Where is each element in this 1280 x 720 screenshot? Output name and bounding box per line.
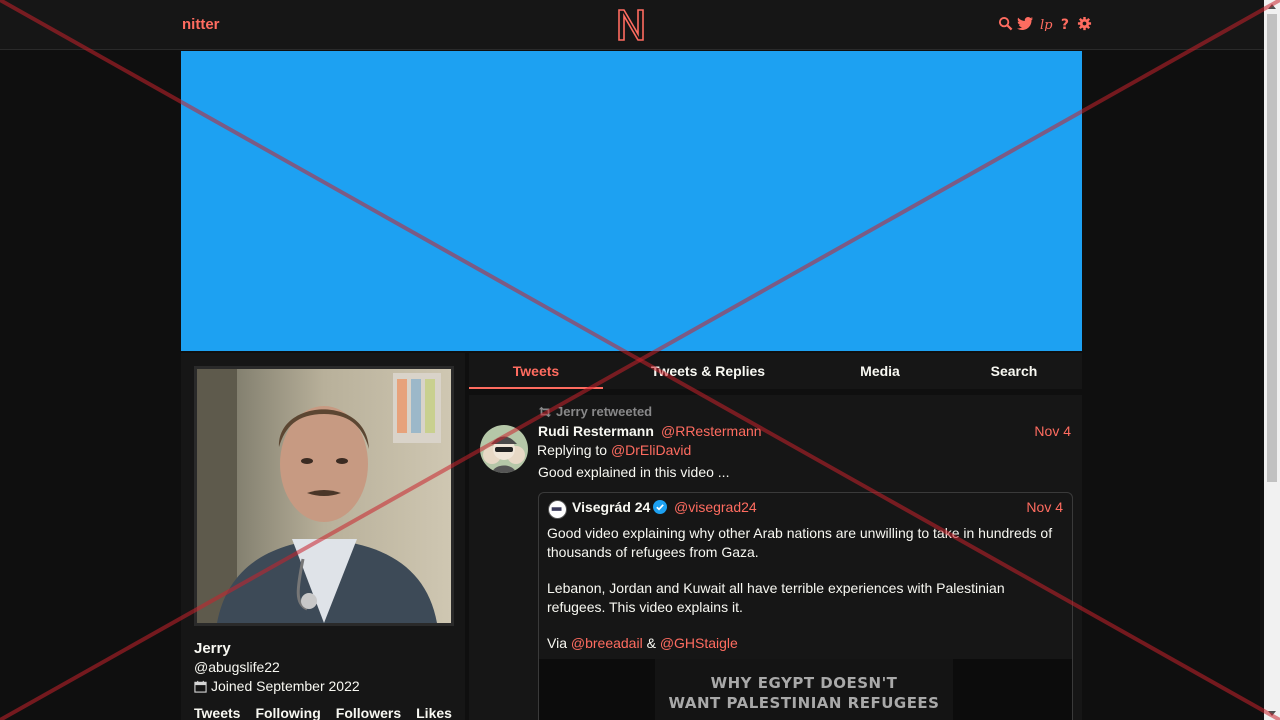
quote-username[interactable]: @visegrad24 xyxy=(674,499,757,515)
profile-stats: Tweets Following Followers Likes xyxy=(194,705,467,720)
tab-media[interactable]: Media xyxy=(813,353,947,389)
nitter-logo-icon xyxy=(618,9,644,41)
tweet-avatar-image xyxy=(480,425,528,473)
tweet-fullname[interactable]: Rudi Restermann xyxy=(538,423,654,439)
tab-search[interactable]: Search xyxy=(947,353,1081,389)
profile-banner xyxy=(181,51,1082,351)
profile-joined-text: Joined September 2022 xyxy=(211,678,360,694)
profile-joined: Joined September 2022 xyxy=(194,678,360,694)
top-navbar: nitter lp ? xyxy=(0,0,1264,50)
calendar-icon xyxy=(194,680,207,693)
quote-video[interactable]: WHY EGYPT DOESN'T WANT PALESTINIAN REFUG… xyxy=(539,659,1072,720)
quote-paragraph-3: Via @breeadail & @GHStaigle xyxy=(547,634,1062,653)
retweet-header: Jerry retweeted xyxy=(538,404,652,419)
search-icon[interactable] xyxy=(998,16,1013,33)
replying-to-link[interactable]: @DrEliDavid xyxy=(611,442,691,458)
quote-avatar-image xyxy=(551,507,562,511)
quote-paragraph-2: Lebanon, Jordan and Kuwait all have terr… xyxy=(547,580,1005,615)
video-thumbnail[interactable]: WHY EGYPT DOESN'T WANT PALESTINIAN REFUG… xyxy=(655,659,953,720)
tweet-text: Good explained in this video ... xyxy=(538,464,730,480)
stat-likes[interactable]: Likes xyxy=(416,705,452,720)
page-scrollbar[interactable] xyxy=(1264,0,1280,720)
tweet-author-avatar[interactable] xyxy=(480,425,528,473)
scrollbar-thumb[interactable] xyxy=(1267,14,1277,482)
quote-fullname-wrap[interactable]: Visegrád 24 xyxy=(572,499,668,515)
retweet-icon xyxy=(538,406,552,417)
nitter-logo[interactable] xyxy=(617,8,645,47)
rss-icon[interactable]: lp xyxy=(1039,16,1054,33)
nav-icons: lp ? xyxy=(998,16,1092,33)
settings-gear-icon[interactable] xyxy=(1077,16,1092,33)
timeline-item[interactable]: Jerry retweeted Rudi Restermann @RRester… xyxy=(469,395,1082,720)
tab-tweets[interactable]: Tweets xyxy=(469,353,603,389)
via-ampersand: & xyxy=(646,635,656,651)
tab-tweets-replies[interactable]: Tweets & Replies xyxy=(603,353,813,389)
svg-text:lp: lp xyxy=(1040,18,1053,31)
via-link-ghstaigle[interactable]: @GHStaigle xyxy=(660,635,738,651)
tweet-date[interactable]: Nov 4 xyxy=(1034,423,1071,439)
stat-followers[interactable]: Followers xyxy=(336,705,401,720)
via-link-breeadail[interactable]: @breeadail xyxy=(571,635,643,651)
help-icon[interactable]: ? xyxy=(1058,16,1073,33)
video-caption-line2: WANT PALESTINIAN REFUGEES xyxy=(668,694,940,712)
profile-avatar[interactable] xyxy=(194,366,454,626)
svg-text:?: ? xyxy=(1061,17,1069,31)
quote-author-avatar[interactable] xyxy=(548,500,567,519)
quote-paragraph-1: Good video explaining why other Arab nat… xyxy=(547,525,1053,560)
quote-fullname[interactable]: Visegrád 24 xyxy=(572,499,650,515)
verified-badge-icon xyxy=(653,500,668,514)
timeline-tabs: Tweets Tweets & Replies Media Search xyxy=(469,353,1082,389)
profile-handle[interactable]: @abugslife22 xyxy=(194,659,280,675)
scroll-down-arrow-icon[interactable] xyxy=(1268,711,1276,716)
via-prefix: Via xyxy=(547,635,567,651)
quoted-tweet[interactable]: Visegrád 24 @visegrad24 Nov 4 Good video… xyxy=(538,492,1073,720)
stat-tweets[interactable]: Tweets xyxy=(194,705,240,720)
profile-name[interactable]: Jerry xyxy=(194,640,231,657)
stat-following[interactable]: Following xyxy=(255,705,320,720)
brand-link[interactable]: nitter xyxy=(182,16,220,33)
tweet-username[interactable]: @RRestermann xyxy=(661,423,762,439)
quote-date[interactable]: Nov 4 xyxy=(1026,499,1063,515)
scroll-up-arrow-icon[interactable] xyxy=(1268,4,1276,9)
profile-card: Jerry @abugslife22 Joined September 2022… xyxy=(181,353,465,720)
replying-to: Replying to @DrEliDavid xyxy=(537,442,691,458)
retweet-header-text: Jerry retweeted xyxy=(556,404,653,419)
profile-photo xyxy=(197,369,451,623)
quote-text: Good video explaining why other Arab nat… xyxy=(547,524,1062,671)
twitter-bird-icon[interactable] xyxy=(1017,16,1035,33)
replying-prefix: Replying to xyxy=(537,442,608,458)
video-caption-line1: WHY EGYPT DOESN'T xyxy=(710,674,898,692)
